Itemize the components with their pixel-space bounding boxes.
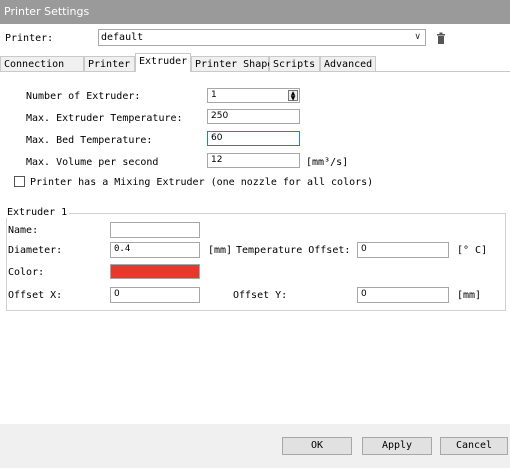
- extruder-1-group-title: Extruder 1: [5, 207, 70, 218]
- tab-printer-shape[interactable]: Printer Shape: [191, 56, 273, 71]
- button-bar: [0, 424, 510, 468]
- extruder-name-label: Name:: [8, 225, 39, 236]
- offset-y-value: 0: [361, 289, 367, 299]
- window-title: Printer Settings: [0, 0, 510, 24]
- tab-extruder[interactable]: Extruder: [135, 53, 191, 72]
- ok-button[interactable]: OK: [282, 437, 352, 455]
- offset-y-label: Offset Y:: [233, 290, 288, 301]
- tab-scripts[interactable]: Scripts: [269, 56, 320, 71]
- temperature-offset-input[interactable]: 0: [357, 242, 449, 258]
- number-of-extruder-spinner[interactable]: 1 ▲ ▼: [207, 88, 300, 103]
- max-bed-temperature-label: Max. Bed Temperature:: [26, 135, 153, 146]
- tab-advanced[interactable]: Advanced: [320, 56, 376, 71]
- chevron-down-icon: ∨: [414, 32, 421, 42]
- printer-select-value: default: [101, 32, 144, 43]
- spin-arrows-icon[interactable]: ▲ ▼: [288, 90, 298, 102]
- trash-icon[interactable]: [436, 32, 446, 44]
- color-label: Color:: [8, 267, 45, 278]
- offset-x-value: 0: [114, 289, 120, 299]
- diameter-input[interactable]: 0.4: [110, 242, 200, 258]
- tab-connection[interactable]: Connection: [0, 56, 84, 71]
- extruder-name-input[interactable]: [110, 222, 200, 238]
- offset-x-input[interactable]: 0: [110, 287, 200, 303]
- printer-select[interactable]: default ∨: [98, 29, 426, 46]
- temperature-offset-unit: [° C]: [457, 245, 488, 256]
- max-extruder-temperature-label: Max. Extruder Temperature:: [26, 113, 183, 124]
- diameter-label: Diameter:: [8, 245, 63, 256]
- max-volume-value: 12: [211, 155, 223, 165]
- max-volume-unit: [mm³/s]: [306, 157, 349, 168]
- number-of-extruder-label: Number of Extruder:: [26, 91, 141, 102]
- tab-printer[interactable]: Printer: [84, 56, 135, 71]
- printer-label: Printer:: [5, 33, 54, 44]
- max-bed-temperature-value: 60: [211, 133, 223, 143]
- color-swatch[interactable]: [110, 264, 200, 279]
- tab-divider: [0, 71, 510, 72]
- max-extruder-temperature-value: 250: [211, 111, 229, 121]
- number-of-extruder-value: 1: [211, 90, 217, 100]
- max-bed-temperature-input[interactable]: 60: [207, 131, 300, 146]
- mixing-extruder-checkbox[interactable]: [14, 176, 25, 187]
- offset-x-label: Offset X:: [8, 290, 63, 301]
- max-volume-label: Max. Volume per second: [26, 157, 159, 168]
- mixing-extruder-label: Printer has a Mixing Extruder (one nozzl…: [30, 177, 374, 188]
- diameter-unit: [mm]: [208, 245, 233, 256]
- printer-settings-dialog: Printer Settings Printer: default ∨ Conn…: [0, 0, 510, 468]
- temperature-offset-label: Temperature Offset:: [236, 245, 351, 256]
- apply-button[interactable]: Apply: [362, 437, 432, 455]
- temperature-offset-value: 0: [361, 244, 367, 254]
- offset-y-input[interactable]: 0: [357, 287, 449, 303]
- diameter-value: 0.4: [114, 244, 131, 254]
- cancel-button[interactable]: Cancel: [440, 437, 508, 455]
- max-volume-input[interactable]: 12: [207, 153, 300, 168]
- offset-unit: [mm]: [457, 290, 482, 301]
- max-extruder-temperature-input[interactable]: 250: [207, 109, 300, 124]
